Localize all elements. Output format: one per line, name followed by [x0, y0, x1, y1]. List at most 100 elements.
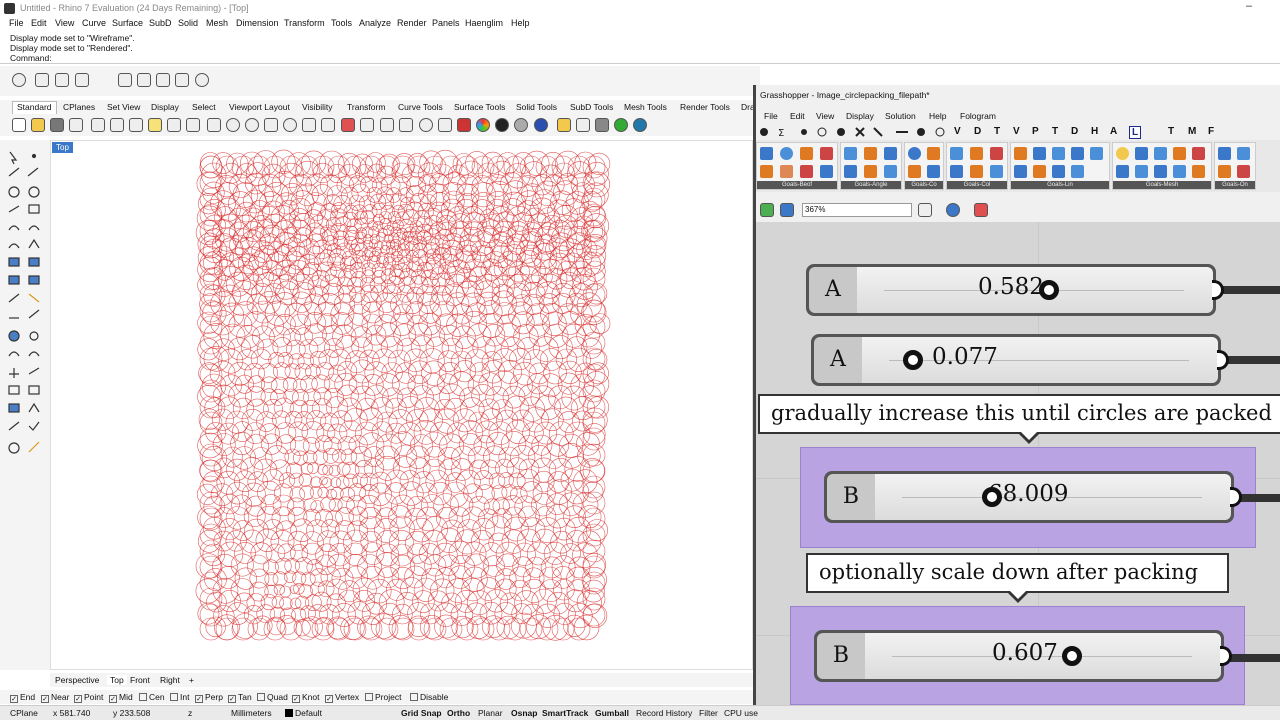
goal-icon[interactable] [1033, 165, 1046, 178]
goal-icon[interactable] [950, 165, 963, 178]
grasshopper-canvas[interactable]: A 0.582 A 0.077 gradually increase this … [756, 222, 1280, 705]
properties-icon[interactable] [457, 118, 471, 132]
menu-haenglim[interactable]: Haenglim [465, 18, 503, 28]
target-icon[interactable] [195, 73, 209, 87]
viewport-label[interactable]: Top [52, 142, 73, 153]
move-icon[interactable] [360, 118, 374, 132]
goal-icon[interactable] [1218, 165, 1231, 178]
goal-icon[interactable] [1071, 165, 1084, 178]
goal-icon[interactable] [970, 147, 983, 160]
sketch-icon[interactable] [974, 203, 988, 217]
options-icon[interactable] [576, 118, 590, 132]
osnap-tan[interactable]: ✓ Tan [228, 692, 252, 703]
help-icon[interactable] [595, 118, 609, 132]
goal-icon[interactable] [1218, 147, 1231, 160]
osnap-vertex[interactable]: ✓ Vertex [325, 692, 359, 703]
save-file-icon[interactable] [780, 203, 794, 217]
goal-icon[interactable] [1192, 147, 1205, 160]
goal-icon[interactable] [1116, 165, 1129, 178]
tab-right[interactable]: Right [160, 675, 180, 685]
menu-edit[interactable]: Edit [31, 18, 47, 28]
tab-transform[interactable]: Transform [347, 102, 385, 112]
tab-viewport-layout[interactable]: Viewport Layout [229, 102, 290, 112]
color-wheel-icon[interactable] [476, 118, 490, 132]
goal-icon[interactable] [950, 147, 963, 160]
goal-icon[interactable] [1071, 147, 1084, 160]
move-view-icon[interactable] [207, 118, 221, 132]
tab-render-tools[interactable]: Render Tools [680, 102, 730, 112]
tab-set-view[interactable]: Set View [107, 102, 140, 112]
status-osnap[interactable]: Osnap [511, 708, 537, 718]
goal-icon[interactable] [780, 147, 793, 160]
comp-tab-f[interactable]: F [1208, 126, 1214, 137]
save-icon[interactable] [50, 118, 64, 132]
menu-dimension[interactable]: Dimension [236, 18, 279, 28]
status-record-history[interactable]: Record History [636, 708, 692, 718]
goal-icon[interactable] [1033, 147, 1046, 160]
osnap-quad[interactable]: Quad [257, 692, 288, 702]
status-units[interactable]: Millimeters [231, 708, 272, 718]
minimize-button[interactable]: – [1246, 0, 1252, 12]
tab-front[interactable]: Front [130, 675, 150, 685]
status-smarttrack[interactable]: SmartTrack [542, 708, 588, 718]
osnap-disable[interactable]: Disable [410, 692, 448, 702]
tab-standard[interactable]: Standard [12, 101, 57, 114]
menu-curve[interactable]: Curve [82, 18, 106, 28]
slider-knob[interactable] [982, 487, 1002, 507]
menu-render[interactable]: Render [397, 18, 427, 28]
comp-tab-l[interactable]: L [1129, 126, 1142, 139]
shaded-sphere-icon[interactable] [514, 118, 528, 132]
lock-icon[interactable] [438, 118, 452, 132]
status-layer[interactable]: Default [295, 708, 322, 718]
osnap-near[interactable]: ✓ Near [41, 692, 69, 703]
tab-solid-tools[interactable]: Solid Tools [516, 102, 557, 112]
new-file-icon[interactable] [12, 118, 26, 132]
add-viewport-tab-icon[interactable]: + [189, 675, 194, 685]
light-bulb-icon[interactable] [419, 118, 433, 132]
goal-icon[interactable] [820, 165, 833, 178]
comp-tab-h[interactable]: H [1091, 126, 1098, 137]
paste-icon[interactable] [148, 118, 162, 132]
comp-tab-t2[interactable]: T [1052, 126, 1058, 137]
tab-select[interactable]: Select [192, 102, 216, 112]
osnap-knot[interactable]: ✓ Knot [292, 692, 320, 703]
goal-icon[interactable] [780, 165, 793, 178]
goal-icon[interactable] [844, 147, 857, 160]
status-ortho[interactable]: Ortho [447, 708, 470, 718]
comp-tab-m[interactable]: M [1188, 126, 1196, 137]
undo-icon[interactable] [167, 118, 181, 132]
comp-tab-d2[interactable]: D [1071, 126, 1078, 137]
goal-icon[interactable] [884, 165, 897, 178]
slider-knob[interactable] [1062, 646, 1082, 666]
print-icon[interactable] [69, 118, 83, 132]
menu-view[interactable]: View [55, 18, 74, 28]
window-icon[interactable] [75, 73, 89, 87]
status-filter[interactable]: Filter [699, 708, 718, 718]
tab-surface-tools[interactable]: Surface Tools [454, 102, 505, 112]
lattice-icon[interactable] [175, 73, 189, 87]
menu-surface[interactable]: Surface [112, 18, 143, 28]
open-folder-icon[interactable] [31, 118, 45, 132]
goal-icon[interactable] [990, 165, 1003, 178]
menu-transform[interactable]: Transform [284, 18, 325, 28]
goal-icon[interactable] [970, 165, 983, 178]
goal-icon[interactable] [1173, 147, 1186, 160]
pan-icon[interactable] [186, 118, 200, 132]
goal-icon[interactable] [990, 147, 1003, 160]
gh-menu-help[interactable]: Help [929, 111, 946, 121]
goal-icon[interactable] [1052, 165, 1065, 178]
goal-icon[interactable] [1237, 147, 1250, 160]
goal-icon[interactable] [1135, 147, 1148, 160]
output-grip[interactable] [1212, 280, 1224, 300]
goal-icon[interactable] [1116, 147, 1129, 160]
comment-panel[interactable]: optionally scale down after packing [806, 553, 1229, 593]
number-slider[interactable]: A 0.582 [806, 264, 1224, 316]
grasshopper-icon[interactable] [614, 118, 628, 132]
menu-analyze[interactable]: Analyze [359, 18, 391, 28]
goal-icon[interactable] [884, 147, 897, 160]
goal-icon[interactable] [864, 165, 877, 178]
zoom-dropdown[interactable]: 367% [802, 203, 912, 217]
zoom-selected-icon[interactable] [283, 118, 297, 132]
tab-display[interactable]: Display [151, 102, 179, 112]
goal-icon[interactable] [1052, 147, 1065, 160]
